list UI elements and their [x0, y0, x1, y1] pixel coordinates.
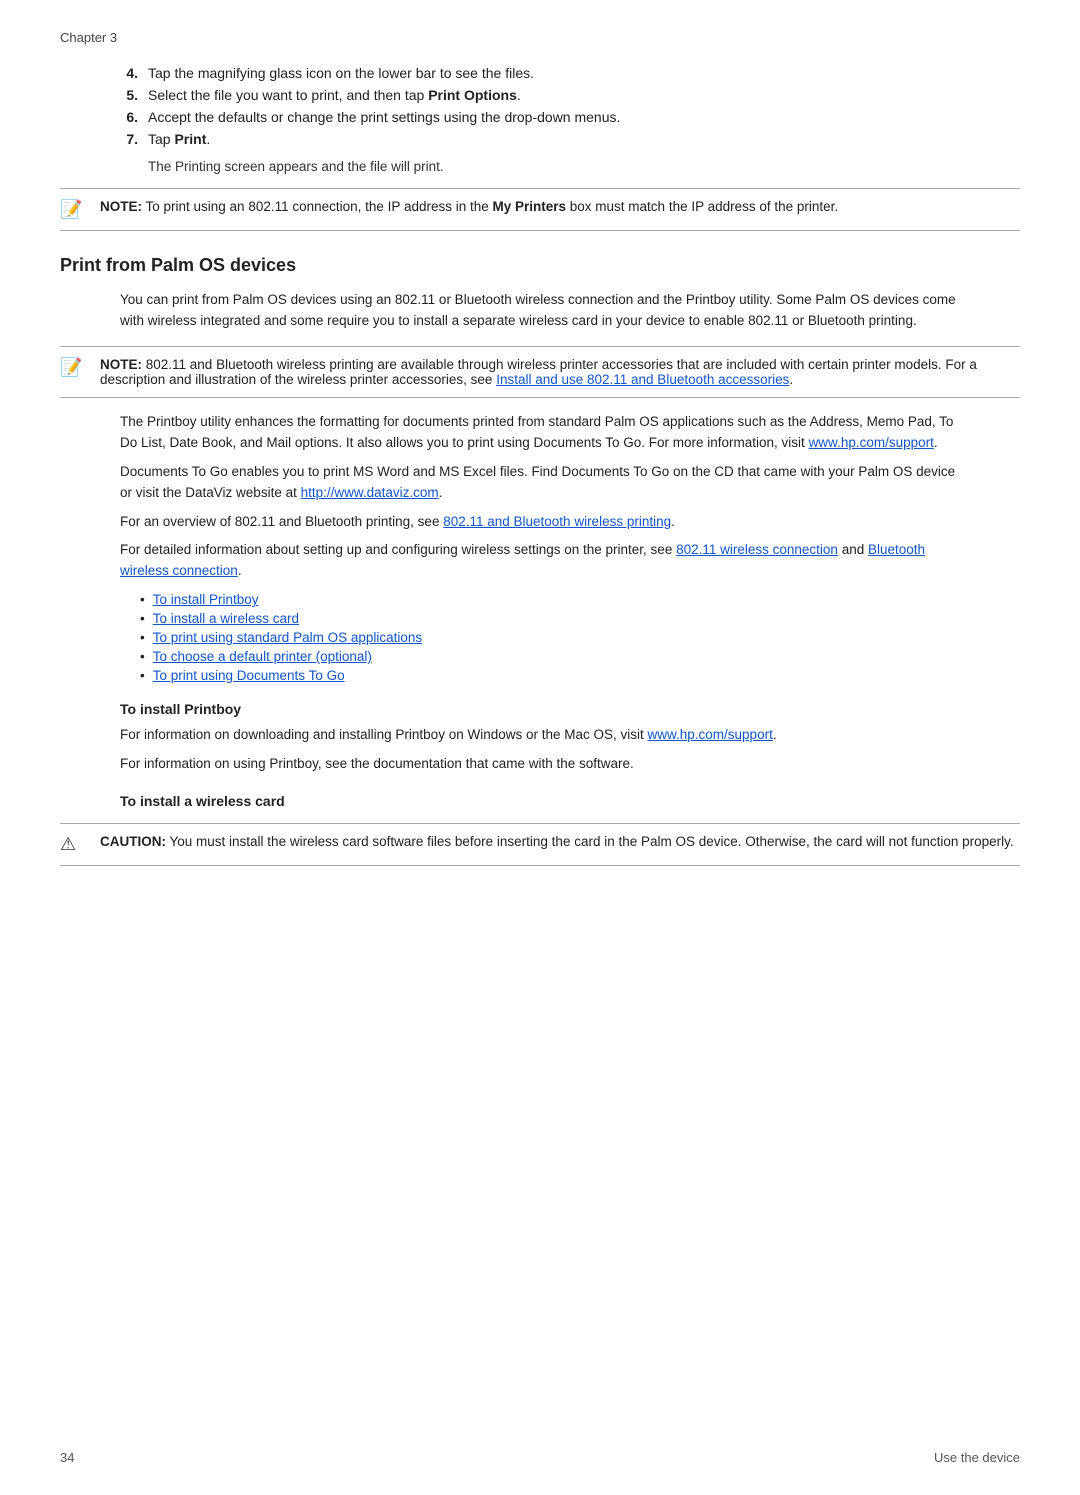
step-5: 5. Select the file you want to print, an… [120, 87, 1020, 103]
list-item-print-standard: To print using standard Palm OS applicat… [140, 630, 960, 645]
body-text-2: The Printboy utility enhances the format… [120, 412, 960, 454]
body-text-4: For an overview of 802.11 and Bluetooth … [120, 512, 960, 533]
note-text-1: NOTE: To print using an 802.11 connectio… [100, 199, 838, 214]
sub1-body-1: For information on downloading and insta… [120, 725, 960, 746]
footer: 34 Use the device [60, 1450, 1020, 1465]
chapter-label: Chapter 3 [60, 30, 1020, 45]
list-item-default-printer: To choose a default printer (optional) [140, 649, 960, 664]
link-dataviz[interactable]: http://www.dataviz.com [301, 485, 439, 500]
subsection-title-1: To install Printboy [120, 701, 1020, 717]
list-item-install-wireless-card: To install a wireless card [140, 611, 960, 626]
caution-icon: ⚠ [60, 834, 90, 855]
note-text-2: NOTE: 802.11 and Bluetooth wireless prin… [100, 357, 1020, 387]
caution-text: CAUTION: You must install the wireless c… [100, 834, 1014, 849]
body-text-5: For detailed information about setting u… [120, 540, 960, 582]
bullet-list: To install Printboy To install a wireles… [140, 592, 960, 683]
step-4: 4. Tap the magnifying glass icon on the … [120, 65, 1020, 81]
note-box-1: 📝 NOTE: To print using an 802.11 connect… [60, 188, 1020, 231]
section-title: Print from Palm OS devices [60, 255, 1020, 276]
link-install-wireless-card[interactable]: To install a wireless card [153, 611, 299, 626]
list-item-install-printboy: To install Printboy [140, 592, 960, 607]
numbered-steps: 4. Tap the magnifying glass icon on the … [120, 65, 1020, 147]
note-box-2: 📝 NOTE: 802.11 and Bluetooth wireless pr… [60, 346, 1020, 398]
note-icon-2: 📝 [60, 357, 90, 378]
step-6: 6. Accept the defaults or change the pri… [120, 109, 1020, 125]
footer-page: 34 [60, 1450, 74, 1465]
list-item-print-docs-to-go: To print using Documents To Go [140, 668, 960, 683]
body-text-3: Documents To Go enables you to print MS … [120, 462, 960, 504]
body-text-1: You can print from Palm OS devices using… [120, 290, 960, 332]
sub1-body-2: For information on using Printboy, see t… [120, 754, 960, 775]
link-install-printboy[interactable]: To install Printboy [153, 592, 259, 607]
link-print-docs-to-go[interactable]: To print using Documents To Go [153, 668, 345, 683]
caution-box: ⚠ CAUTION: You must install the wireless… [60, 823, 1020, 866]
link-hp-support-2[interactable]: www.hp.com/support [648, 727, 773, 742]
subsection-title-2: To install a wireless card [120, 793, 1020, 809]
footer-text: Use the device [934, 1450, 1020, 1465]
step-7-subtext: The Printing screen appears and the file… [148, 159, 1020, 174]
link-802-bluetooth-wireless[interactable]: 802.11 and Bluetooth wireless printing [443, 514, 671, 529]
note-icon-1: 📝 [60, 199, 90, 220]
link-hp-support-1[interactable]: www.hp.com/support [809, 435, 934, 450]
link-802-wireless[interactable]: 802.11 wireless connection [676, 542, 838, 557]
link-print-standard[interactable]: To print using standard Palm OS applicat… [153, 630, 422, 645]
link-default-printer[interactable]: To choose a default printer (optional) [153, 649, 372, 664]
link-install-accessories[interactable]: Install and use 802.11 and Bluetooth acc… [496, 372, 789, 387]
step-7: 7. Tap Print. [120, 131, 1020, 147]
